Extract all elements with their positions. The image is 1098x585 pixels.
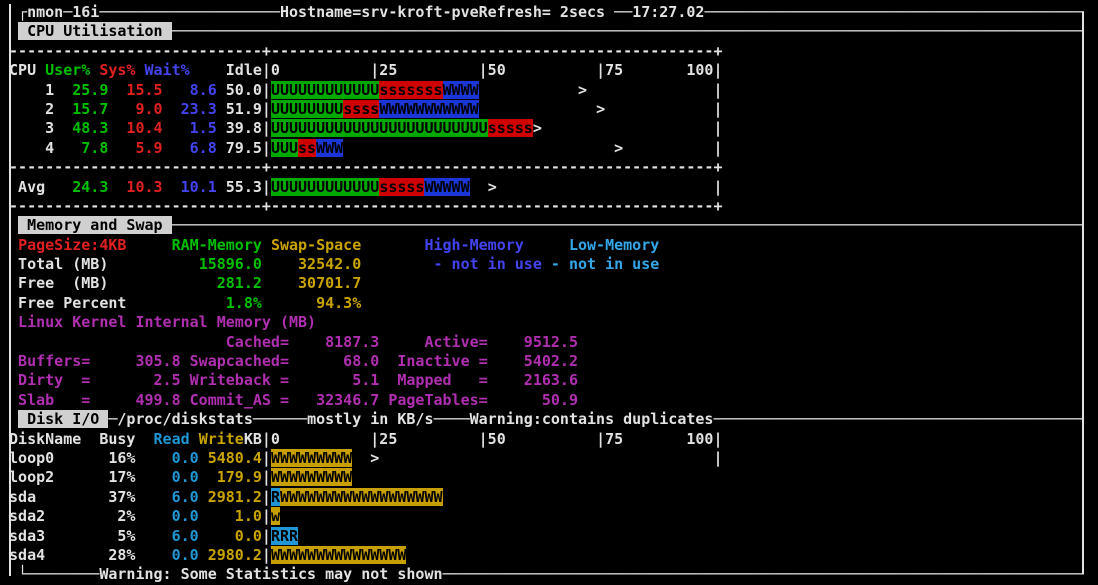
cpu-table-header: CPU User% Sys% Wait% Idle|0 |25 |50 |75 … (0, 61, 723, 80)
disk-table-header: DiskName Busy Read WriteKB|0 |25 |50 |75… (0, 429, 723, 448)
disk-row-loop0: loop0 16% 0.0 5480.4|WWWWWWWWW > | (0, 448, 723, 467)
nmon-terminal: ┌nmon─16i────────────────────Hostname=sr… (0, 0, 1098, 584)
disk-row-sda3: sda3 5% 6.0 0.0|RRR (0, 526, 299, 545)
top-border: ┌nmon─16i────────────────────Hostname=sr… (0, 3, 1084, 21)
terminal-rows: ┌nmon─16i────────────────────Hostname=sr… (0, 3, 1098, 585)
bottom-border: └────────Warning: Some Statistics may no… (0, 565, 1084, 584)
cpu-separator-top: ----------------------------+-----------… (9, 41, 723, 60)
cpu-separator-mid: ----------------------------+-----------… (9, 158, 723, 177)
memory-free-percent-row: Free Percent 1.8% 94.3% (0, 293, 362, 312)
kernel-memory-row-2: Buffers= 305.8 Swapcached= 68.0 Inactive… (0, 352, 578, 371)
cpu-section-title: CPU Utilisation ────────────────────────… (18, 22, 1084, 41)
kernel-memory-row-1: Cached= 8187.3 Active= 9512.5 (225, 332, 578, 351)
disk-row-sda: sda 37% 6.0 2981.2|RWWWWWWWWWWWWWWWWWW (0, 487, 443, 506)
cpu-row-avg: Avg 24.3 10.3 10.1 55.3|UUUUUUUUUUUUssss… (0, 177, 723, 196)
cpu-row-1: 1 25.9 15.5 8.6 50.0|UUUUUUUUUUUUsssssss… (0, 80, 723, 99)
memory-total-row: Total (MB) 15896.0 32542.0 - not in use … (0, 255, 660, 274)
cpu-row-4: 4 7.8 5.9 6.8 79.5|UUUssWWW > | (0, 138, 723, 157)
disk-row-loop2: loop2 17% 0.0 179.9|WWWWWWWWW (0, 468, 353, 487)
cpu-row-2: 2 15.7 9.0 23.3 51.9|UUUUUUUUssssWWWWWWW… (0, 99, 723, 118)
kernel-memory-row-4: Slab = 499.8 Commit_AS = 32346.7 PageTab… (0, 390, 578, 409)
cpu-separator-bottom: ----------------------------+-----------… (9, 196, 723, 215)
disk-row-sda2: sda2 2% 0.0 1.0|w (0, 507, 280, 526)
memory-header: PageSize:4KB RAM-Memory Swap-Space High-… (18, 235, 660, 254)
cpu-row-3: 3 48.3 10.4 1.5 39.8|UUUUUUUUUUUUUUUUUUU… (0, 119, 723, 138)
memory-section-title: Memory and Swap ────────────────────────… (18, 216, 1084, 235)
memory-free-row: Free (MB) 281.2 30701.7 (0, 274, 362, 293)
disk-row-sda4: sda4 28% 0.0 2980.2|WWWWWWWWWWWWWWW (0, 545, 407, 564)
kernel-memory-row-3: Dirty = 2.5 Writeback = 5.1 Mapped = 216… (0, 371, 578, 390)
kernel-memory-title: Linux Kernel Internal Memory (MB) (0, 313, 317, 332)
disk-section-title: Disk I/O ─/proc/diskstats──────mostly in… (18, 410, 1084, 429)
